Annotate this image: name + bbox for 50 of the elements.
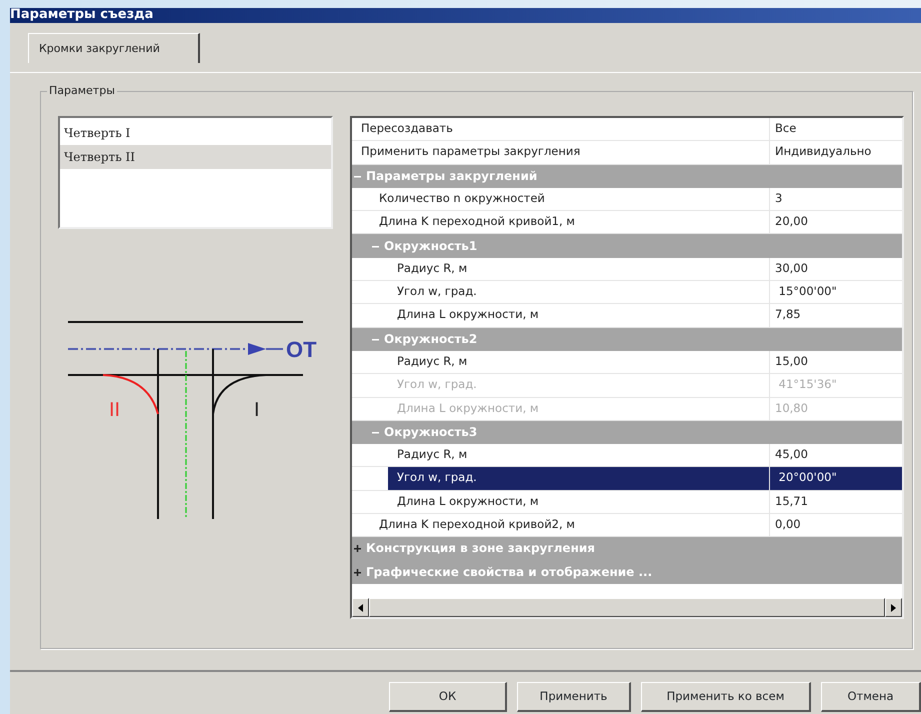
property-name[interactable]: Пересоздавать xyxy=(352,118,770,140)
category-label: Графические свойства и отображение ... xyxy=(366,564,652,581)
list-item[interactable]: Четверть I xyxy=(60,121,331,145)
property-value[interactable]: 15°00'00" xyxy=(770,281,902,304)
category-label: Параметры закруглений xyxy=(366,168,538,185)
property-value[interactable]: 3 xyxy=(770,188,902,210)
property-value[interactable]: 20,00 xyxy=(770,211,902,234)
property-name[interactable]: Длина K переходной кривой1, м xyxy=(370,211,770,234)
property-value[interactable]: Все xyxy=(770,118,902,140)
window-title: Параметры съезда xyxy=(10,8,921,23)
curb-curve xyxy=(212,374,266,414)
dialog-button[interactable]: Применить xyxy=(517,682,631,712)
category-label: Окружность1 xyxy=(384,238,478,255)
property-value[interactable]: 0,00 xyxy=(770,514,902,536)
list-item[interactable]: Четверть II xyxy=(60,145,331,169)
property-name[interactable]: Длина K переходной кривой2, м xyxy=(370,514,770,536)
category-label: Окружность3 xyxy=(384,424,478,441)
quarter-label: I xyxy=(254,399,260,421)
property-value[interactable]: 45,00 xyxy=(770,444,902,466)
category-label: Окружность2 xyxy=(384,330,478,348)
scroll-right-button[interactable] xyxy=(885,598,902,617)
scroll-left-button[interactable] xyxy=(352,598,369,617)
property-value[interactable]: Индивидуально xyxy=(770,141,902,164)
plus-icon[interactable] xyxy=(354,568,361,576)
category-label: Конструкция в зоне закругления xyxy=(366,540,595,558)
property-name[interactable]: Радиус R, м xyxy=(388,444,770,466)
group-title: Параметры xyxy=(47,83,117,100)
property-name[interactable]: Применить параметры закругления xyxy=(352,141,770,164)
property-name[interactable]: Угол w, град. xyxy=(388,467,770,490)
property-name[interactable]: Угол w, град. xyxy=(388,281,770,304)
property-name[interactable]: Радиус R, м xyxy=(388,350,770,374)
right-arrow-icon xyxy=(891,604,896,612)
property-name[interactable]: Длина L окружности, м xyxy=(388,304,770,327)
property-value[interactable]: 15,00 xyxy=(770,350,902,374)
plus-icon[interactable] xyxy=(354,545,361,552)
property-value[interactable]: 20°00'00" xyxy=(770,467,902,490)
dialog-button[interactable]: Отмена xyxy=(821,682,921,712)
property-name[interactable]: Длина L окружности, м xyxy=(388,490,770,514)
property-name[interactable]: Радиус R, м xyxy=(388,258,770,280)
left-arrow-icon xyxy=(358,604,363,612)
tab[interactable]: Кромки закруглений xyxy=(28,33,200,63)
property-name[interactable]: Количество n окружностей xyxy=(370,188,770,210)
property-value[interactable]: 7,85 xyxy=(770,304,902,327)
property-value[interactable]: 15,71 xyxy=(770,490,902,514)
axis-label: ОТ xyxy=(286,337,317,362)
quarter-label: II xyxy=(109,399,120,421)
dialog-button[interactable]: ОК xyxy=(389,682,507,712)
curb-curve xyxy=(102,374,159,414)
property-value[interactable]: 30,00 xyxy=(770,258,902,280)
dialog-button[interactable]: Применить ко всем xyxy=(641,682,811,712)
